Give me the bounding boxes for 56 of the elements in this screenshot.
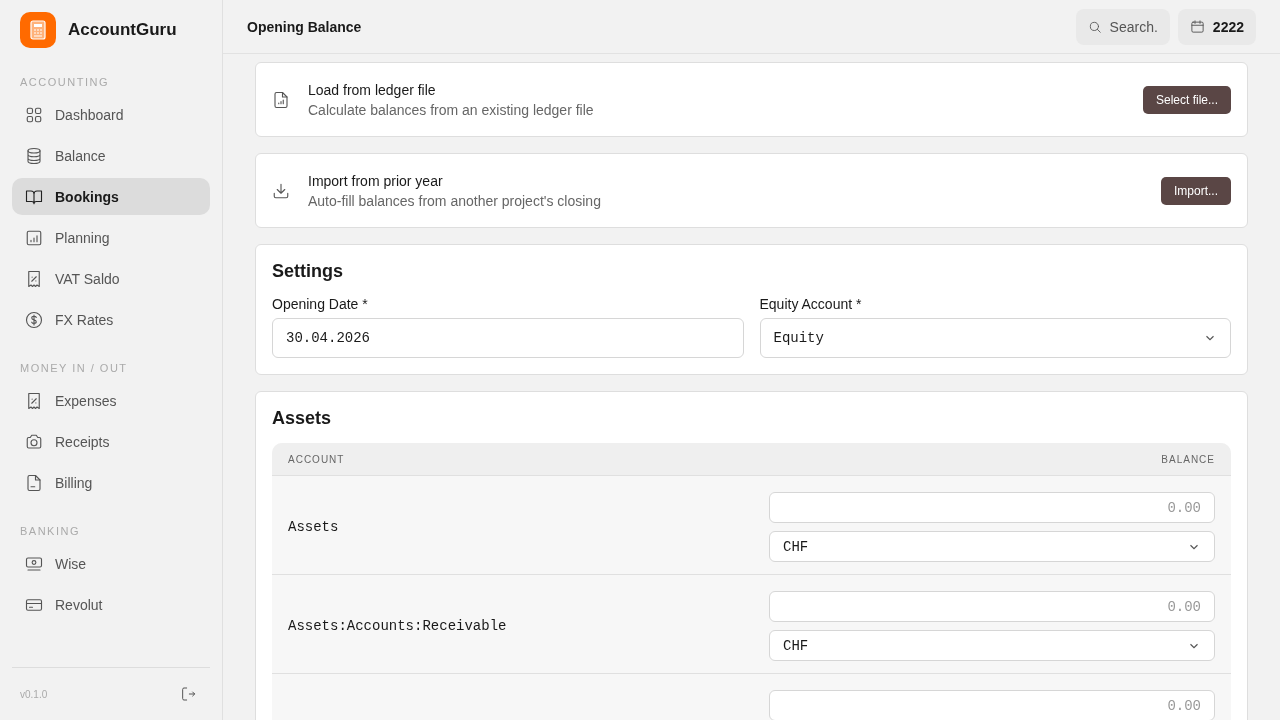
action-description: Calculate balances from an existing ledger file bbox=[308, 101, 595, 118]
section-title: Settings bbox=[272, 261, 344, 282]
sidebar-item[interactable]: Revolut bbox=[12, 586, 210, 623]
search-icon bbox=[1087, 19, 1102, 34]
sidebar-item[interactable]: Wise bbox=[12, 545, 210, 582]
field-label: Opening Date * bbox=[272, 296, 369, 312]
date-input[interactable]: 30.04.2026 bbox=[272, 318, 744, 358]
bar-chart-icon bbox=[25, 228, 43, 247]
sidebar-item[interactable]: Expenses bbox=[12, 382, 210, 419]
logout-icon[interactable] bbox=[180, 686, 196, 702]
document-icon bbox=[25, 473, 43, 492]
section-heading: BANKING bbox=[19, 525, 81, 537]
search-button[interactable]: Search. bbox=[1075, 8, 1170, 45]
action-title: Load from ledger file bbox=[308, 81, 437, 98]
account-dropdown[interactable]: Equity bbox=[759, 318, 1231, 358]
section-title: Assets bbox=[272, 408, 333, 429]
section-heading: ACCOUNTING bbox=[19, 76, 110, 88]
action-button[interactable]: Import... bbox=[1161, 176, 1231, 205]
action-button[interactable]: Select file... bbox=[1142, 85, 1231, 114]
sidebar-item[interactable]: Billing bbox=[12, 464, 210, 501]
year-button[interactable]: 2222 bbox=[1177, 8, 1256, 45]
book-icon bbox=[25, 187, 43, 206]
section-heading: MONEY IN / OUT bbox=[19, 362, 129, 374]
balance-input[interactable]: 0.00 bbox=[769, 591, 1215, 622]
sidebar-item[interactable]: Dashboard bbox=[12, 96, 210, 133]
calendar-icon bbox=[1189, 19, 1205, 34]
balance-input[interactable]: 0.00 bbox=[769, 492, 1215, 523]
sidebar-item[interactable]: FX Rates bbox=[12, 301, 210, 338]
action-title: Import from prior year bbox=[308, 172, 444, 189]
receipt-percent-icon bbox=[25, 391, 43, 410]
column-header: BALANCE bbox=[1161, 453, 1215, 465]
version-label: v0.1.0 bbox=[20, 688, 48, 700]
camera-icon bbox=[25, 432, 43, 451]
grid-icon bbox=[25, 105, 43, 124]
action-description: Auto-fill balances from another project's closing bbox=[308, 192, 602, 209]
banknote-icon bbox=[25, 554, 43, 573]
database-icon bbox=[25, 146, 43, 165]
receipt-percent-icon bbox=[25, 269, 43, 288]
sidebar-item[interactable]: Receipts bbox=[12, 423, 210, 460]
sidebar-item[interactable]: Bookings bbox=[12, 178, 210, 215]
sidebar-item[interactable]: VAT Saldo bbox=[12, 260, 210, 297]
dollar-circle-icon bbox=[25, 310, 43, 329]
sidebar-item[interactable]: Balance bbox=[12, 137, 210, 174]
field-label: Equity Account * bbox=[759, 296, 863, 312]
account-name: Assets:Accounts:Receivable bbox=[288, 618, 508, 634]
download-icon bbox=[272, 181, 290, 200]
chart-file-icon bbox=[272, 90, 290, 109]
page-title: Opening Balance bbox=[247, 18, 362, 35]
currency-dropdown[interactable]: CHF bbox=[769, 531, 1215, 562]
currency-dropdown[interactable]: CHF bbox=[769, 630, 1215, 661]
calculator-logo-icon bbox=[20, 12, 56, 48]
column-header: ACCOUNT bbox=[288, 453, 345, 465]
account-name: Assets bbox=[288, 519, 340, 535]
sidebar-item[interactable]: Planning bbox=[12, 219, 210, 256]
balance-input[interactable]: 0.00 bbox=[769, 690, 1215, 720]
app-name: AccountGuru bbox=[68, 20, 177, 40]
